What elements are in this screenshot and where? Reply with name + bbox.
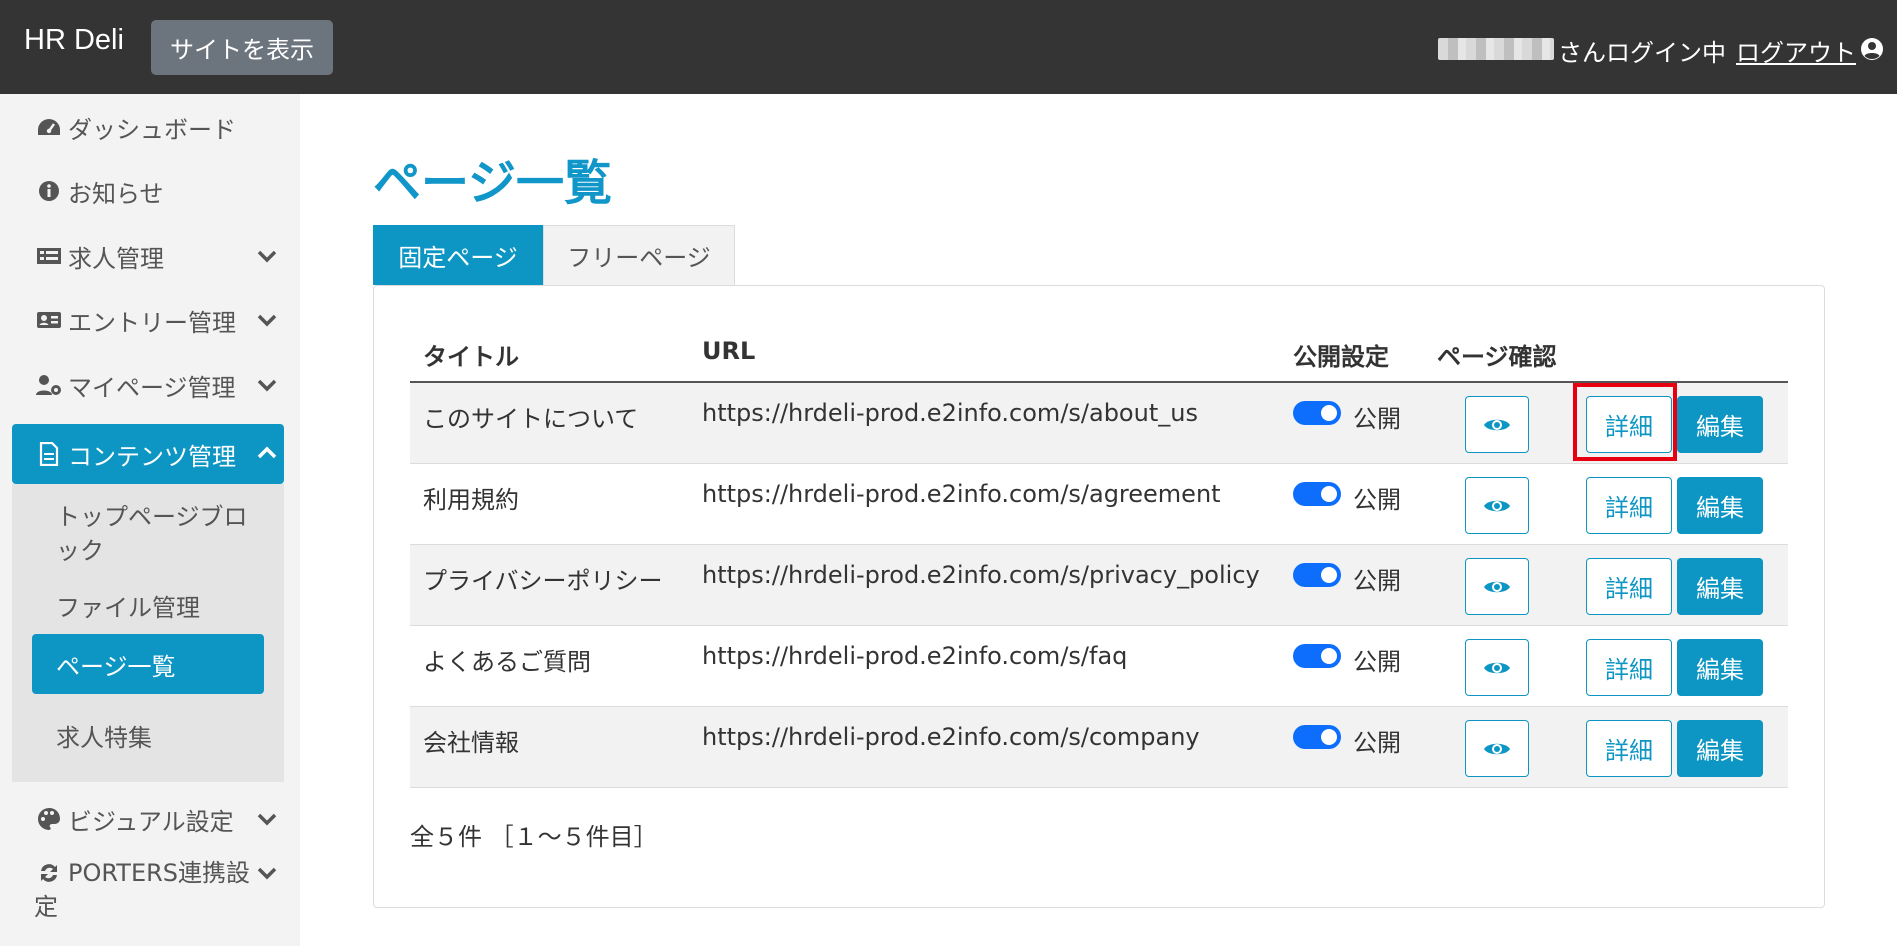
- sidebar-item-label: エントリー管理: [68, 308, 236, 337]
- tab-fixed-pages[interactable]: 固定ページ: [373, 225, 543, 285]
- sidebar-item-label: コンテンツ管理: [68, 442, 236, 471]
- chevron-up-icon: [257, 446, 277, 459]
- preview-button[interactable]: [1465, 639, 1529, 696]
- document-icon: [34, 441, 64, 467]
- sidebar-item-porters[interactable]: PORTERS連携設 定: [12, 856, 284, 926]
- sidebar-item-label: 求人管理: [68, 244, 164, 273]
- submenu-item-top-blocks[interactable]: トップページブロ ック: [32, 500, 264, 568]
- row-title: よくあるご質問: [423, 648, 591, 676]
- publish-status: 公開: [1353, 405, 1401, 433]
- sidebar-item-label: ダッシュボード: [68, 115, 236, 144]
- eye-icon: [1484, 662, 1510, 673]
- dashboard-icon: [34, 114, 64, 140]
- edit-button[interactable]: 編集: [1677, 396, 1763, 453]
- row-url: https://hrdeli-prod.e2info.com/s/company: [702, 723, 1200, 751]
- preview-button[interactable]: [1465, 558, 1529, 615]
- sidebar-item-label: お知らせ: [68, 179, 164, 208]
- publish-toggle[interactable]: [1293, 725, 1341, 749]
- row-url: https://hrdeli-prod.e2info.com/s/faq: [702, 642, 1128, 670]
- sidebar-item-label: マイページ管理: [68, 373, 236, 402]
- table-row: 会社情報 https://hrdeli-prod.e2info.com/s/co…: [410, 707, 1788, 788]
- detail-button[interactable]: 詳細: [1586, 639, 1672, 696]
- top-header: HR Deli サイトを表示 さんログイン中 ログアウト: [0, 0, 1897, 94]
- publish-status: 公開: [1353, 567, 1401, 595]
- palette-icon: [34, 806, 64, 832]
- page-title: ページ一覧: [373, 155, 613, 211]
- sidebar-item-label: PORTERS連携設: [68, 859, 251, 887]
- submenu-label: ック: [56, 537, 104, 565]
- sidebar-item-label: 定: [34, 893, 58, 921]
- chevron-down-icon: [257, 379, 277, 392]
- table-row: よくあるご質問 https://hrdeli-prod.e2info.com/s…: [410, 626, 1788, 707]
- column-header-url: URL: [702, 337, 756, 365]
- edit-button[interactable]: 編集: [1677, 477, 1763, 534]
- row-url: https://hrdeli-prod.e2info.com/s/privacy…: [702, 561, 1260, 589]
- sync-icon: [34, 860, 64, 886]
- logout-link[interactable]: ログアウト: [1736, 33, 1856, 68]
- sidebar-item-mypage[interactable]: マイページ管理: [12, 356, 284, 414]
- job-list-icon: [34, 243, 64, 269]
- detail-button[interactable]: 詳細: [1586, 720, 1672, 777]
- preview-button[interactable]: [1465, 720, 1529, 777]
- table-row: プライバシーポリシー https://hrdeli-prod.e2info.co…: [410, 545, 1788, 626]
- sidebar-item-notices[interactable]: お知らせ: [12, 162, 284, 220]
- sidebar-item-label: ビジュアル設定: [68, 807, 234, 836]
- column-header-title: タイトル: [423, 343, 519, 371]
- sidebar: ダッシュボード お知らせ 求人管理 エントリー管理 マイページ管理 コンテンツ管…: [0, 94, 300, 946]
- column-header-publish: 公開設定: [1293, 343, 1389, 371]
- sidebar-item-visual[interactable]: ビジュアル設定: [12, 790, 284, 848]
- submenu-item-files[interactable]: ファイル管理: [32, 588, 264, 623]
- sidebar-item-dashboard[interactable]: ダッシュボード: [12, 98, 284, 156]
- edit-button[interactable]: 編集: [1677, 558, 1763, 615]
- submenu-item-job-features[interactable]: 求人特集: [32, 718, 264, 753]
- publish-toggle[interactable]: [1293, 644, 1341, 668]
- submenu-label: トップページブロ: [56, 503, 248, 531]
- eye-icon: [1484, 743, 1510, 754]
- row-title: 会社情報: [423, 729, 519, 757]
- preview-button[interactable]: [1465, 396, 1529, 453]
- content-submenu: トップページブロ ック ファイル管理 ページ一覧 求人特集: [12, 484, 284, 782]
- publish-status: 公開: [1353, 729, 1401, 757]
- row-title: プライバシーポリシー: [423, 567, 663, 595]
- publish-toggle[interactable]: [1293, 563, 1341, 587]
- eye-icon: [1484, 500, 1510, 511]
- column-header-preview: ページ確認: [1437, 343, 1557, 371]
- blurred-username: [1438, 38, 1554, 60]
- row-url: https://hrdeli-prod.e2info.com/s/agreeme…: [702, 480, 1221, 508]
- view-site-button[interactable]: サイトを表示: [151, 20, 333, 75]
- sidebar-item-content[interactable]: コンテンツ管理: [12, 424, 284, 484]
- eye-icon: [1484, 581, 1510, 592]
- publish-status: 公開: [1353, 648, 1401, 676]
- chevron-down-icon: [257, 314, 277, 327]
- info-icon: [34, 178, 64, 204]
- edit-button[interactable]: 編集: [1677, 720, 1763, 777]
- pagination-count: 全５件 ［１〜５件目］: [410, 823, 658, 851]
- row-url: https://hrdeli-prod.e2info.com/s/about_u…: [702, 399, 1198, 427]
- chevron-down-icon: [257, 867, 277, 880]
- chevron-down-icon: [257, 250, 277, 263]
- row-title: このサイトについて: [423, 405, 639, 433]
- table-row: 利用規約 https://hrdeli-prod.e2info.com/s/ag…: [410, 464, 1788, 545]
- user-circle-icon[interactable]: [1860, 37, 1884, 61]
- eye-icon: [1484, 419, 1510, 430]
- id-card-icon: [34, 307, 64, 333]
- brand-logo[interactable]: HR Deli: [24, 24, 124, 57]
- publish-status: 公開: [1353, 486, 1401, 514]
- tab-free-pages[interactable]: フリーページ: [543, 225, 735, 285]
- sidebar-item-jobs[interactable]: 求人管理: [12, 227, 284, 285]
- publish-toggle[interactable]: [1293, 401, 1341, 425]
- user-gear-icon: [34, 372, 64, 398]
- sidebar-item-entries[interactable]: エントリー管理: [12, 291, 284, 349]
- edit-button[interactable]: 編集: [1677, 639, 1763, 696]
- highlight-box: [1573, 383, 1677, 461]
- detail-button[interactable]: 詳細: [1586, 477, 1672, 534]
- detail-button[interactable]: 詳細: [1586, 558, 1672, 615]
- preview-button[interactable]: [1465, 477, 1529, 534]
- login-status-text: さんログイン中: [1558, 39, 1726, 67]
- row-title: 利用規約: [423, 486, 519, 514]
- submenu-item-page-list[interactable]: ページ一覧: [32, 634, 264, 694]
- publish-toggle[interactable]: [1293, 482, 1341, 506]
- chevron-down-icon: [257, 813, 277, 826]
